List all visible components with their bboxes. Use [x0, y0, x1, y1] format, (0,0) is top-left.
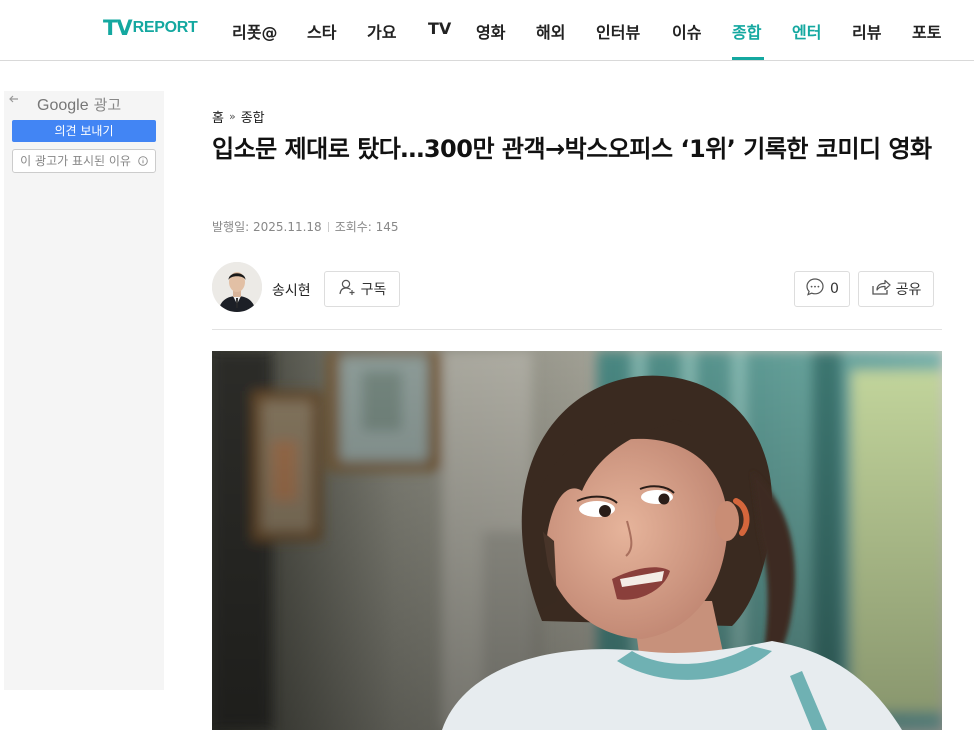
- logo-report-text: REPORT: [132, 19, 198, 36]
- ad-brand: Google 광고: [37, 94, 121, 115]
- article-meta: 발행일: 2025.11.18 조회수: 145: [212, 218, 399, 235]
- ad-why-button[interactable]: 이 광고가 표시된 이유: [12, 149, 156, 173]
- publish-date: 발행일: 2025.11.18: [212, 220, 322, 234]
- author-row: 송시현 구독 0 공유: [212, 262, 942, 314]
- logo-tv-text: TV: [103, 16, 133, 40]
- nav-item-interview[interactable]: 인터뷰: [596, 19, 640, 43]
- nav-item-star[interactable]: 스타: [307, 19, 336, 43]
- meta-divider: [327, 221, 329, 232]
- comment-button[interactable]: 0: [794, 271, 850, 307]
- author-name[interactable]: 송시현: [272, 280, 311, 300]
- subscribe-label: 구독: [360, 282, 387, 298]
- nav-item-enter[interactable]: 엔터: [792, 19, 821, 43]
- nav-item-issue[interactable]: 이슈: [672, 19, 701, 43]
- ad-why-label: 이 광고가 표시된 이유: [20, 154, 131, 168]
- share-icon: [871, 278, 896, 300]
- article-title: 입소문 제대로 탔다…300만 관객→박스오피스 ‘1위’ 기록한 코미디 영화: [212, 135, 932, 163]
- nav-item-photo[interactable]: 포토: [912, 19, 941, 43]
- breadcrumb-home[interactable]: 홈: [212, 107, 224, 126]
- info-icon: [138, 151, 148, 173]
- breadcrumb-separator: »: [228, 110, 236, 123]
- divider-line: [212, 329, 942, 330]
- author-avatar[interactable]: [212, 262, 262, 312]
- nav-item-movie[interactable]: 영화: [476, 19, 505, 43]
- nav-item-overseas[interactable]: 해외: [536, 19, 565, 43]
- breadcrumb: 홈 » 종합: [212, 107, 265, 126]
- ad-brand-sub: 광고: [93, 97, 122, 114]
- view-count: 조회수: 145: [334, 220, 399, 234]
- site-logo[interactable]: TV REPORT: [103, 16, 198, 40]
- share-label: 공유: [895, 282, 922, 298]
- nav-item-music[interactable]: 가요: [367, 19, 396, 43]
- site-header: TV REPORT 리폿@ 스타 가요 TV 영화 해외 인터뷰 이슈 종합 엔…: [0, 0, 974, 61]
- ad-brand-name: Google: [37, 97, 89, 114]
- nav-item-tv[interactable]: TV: [428, 19, 451, 38]
- comment-count: 0: [830, 281, 839, 297]
- share-button[interactable]: 공유: [858, 271, 934, 307]
- nav-active-indicator: [732, 57, 764, 60]
- breadcrumb-section[interactable]: 종합: [241, 107, 265, 126]
- nav-item-general[interactable]: 종합: [732, 19, 761, 43]
- comment-icon: [805, 277, 830, 301]
- nav-item-report[interactable]: 리폿@: [232, 19, 277, 43]
- nav-item-review[interactable]: 리뷰: [852, 19, 881, 43]
- article-photo: [212, 351, 942, 730]
- ad-panel: Google 광고 의견 보내기 이 광고가 표시된 이유: [4, 91, 164, 690]
- ad-feedback-button[interactable]: 의견 보내기: [12, 120, 156, 142]
- arrow-left-icon[interactable]: [8, 93, 20, 108]
- subscribe-button[interactable]: 구독: [324, 271, 400, 307]
- user-add-icon: [338, 278, 361, 300]
